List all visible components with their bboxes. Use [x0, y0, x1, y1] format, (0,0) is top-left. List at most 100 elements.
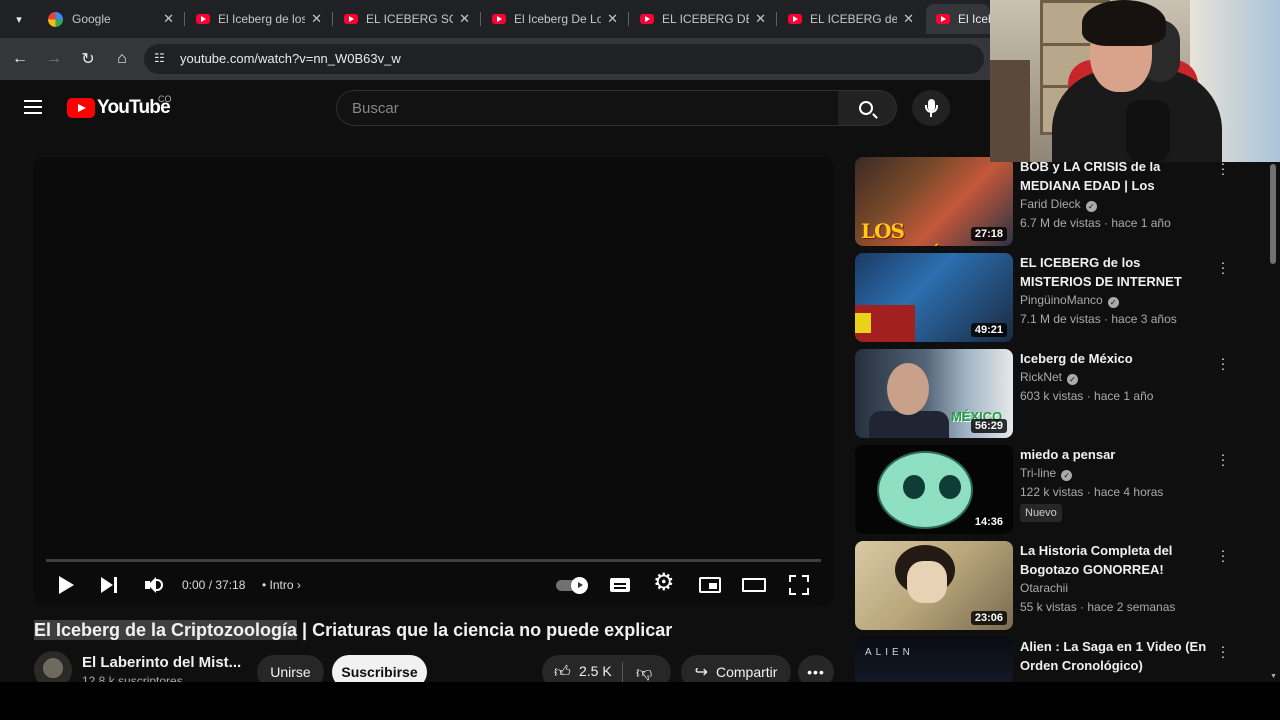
video-thumbnail[interactable]: MÉXICO 56:29 [855, 349, 1013, 438]
tab-divider [480, 12, 481, 26]
recommendation-title[interactable]: BOB y LA CRISIS de la MEDIANA EDAD | Los… [1020, 157, 1215, 195]
recommendation-title[interactable]: Alien : La Saga en 1 Video (En Orden Cro… [1020, 637, 1215, 675]
browser-tab[interactable]: El Iceberg de los ✕ [186, 4, 332, 34]
address-bar[interactable]: ☷ youtube.com/watch?v=nn_W0B63v_w [144, 44, 984, 74]
video-thumbnail[interactable]: 14:36 [855, 445, 1013, 534]
channel-name: Farid Dieck [1020, 197, 1081, 211]
more-vertical-icon[interactable]: · · · [1218, 255, 1228, 279]
recommendation-channel[interactable]: PingüinoManco ✓ [1020, 293, 1119, 308]
settings-button[interactable]: ⚙ [653, 569, 677, 597]
channel-name: RickNet [1020, 370, 1063, 384]
tab-title: EL ICEBERG DE C [662, 12, 749, 26]
browser-tab[interactable]: EL ICEBERG de l ✕ [778, 4, 924, 34]
recommendation-item[interactable]: MÉXICO 56:29 Iceberg de México RickNet ✓ … [855, 349, 1245, 441]
gear-icon: ⚙ [653, 569, 675, 596]
more-vertical-icon[interactable]: · · · [1218, 351, 1228, 375]
chevron-down-icon: ▾ [16, 13, 22, 26]
forward-button[interactable]: → [43, 48, 65, 70]
browser-tab[interactable]: EL ICEBERG SOB ✕ [334, 4, 480, 34]
duration-badge: 23:06 [970, 611, 1007, 625]
subtitles-icon [610, 578, 630, 592]
browser-tab[interactable]: El Iceberg De Lo ✕ [482, 4, 628, 34]
webcam-person [1082, 0, 1166, 46]
recommendation-channel[interactable]: RickNet ✓ [1020, 370, 1079, 385]
fullscreen-button[interactable] [787, 573, 811, 597]
tab-divider [184, 12, 185, 26]
scrollbar-thumb[interactable] [1270, 164, 1276, 264]
recommendation-item[interactable]: 14:36 miedo a pensar Tri-line ✓ 122 k vis… [855, 445, 1245, 537]
play-icon [59, 576, 74, 594]
close-icon[interactable]: ✕ [755, 11, 766, 27]
close-icon[interactable]: ✕ [163, 11, 174, 27]
close-icon[interactable]: ✕ [311, 11, 322, 27]
autoplay-toggle[interactable] [556, 577, 588, 594]
recommendation-item[interactable]: 23:06 La Historia Completa del Bogotazo … [855, 541, 1245, 633]
video-thumbnail[interactable]: 49:21 [855, 253, 1013, 342]
screen: ▾ Google ✕ El Iceberg de los ✕ EL ICEBER… [0, 0, 1280, 720]
dislike-button[interactable]: 👎︎ [636, 664, 652, 683]
miniplayer-icon [699, 577, 721, 593]
recommendation-item[interactable]: LOS INCREÍBLES 27:18 BOB y LA CRISIS de … [855, 156, 1245, 249]
scroll-down-icon[interactable]: ▼ [1270, 673, 1277, 680]
recommendation-meta: 122 k vistas · hace 4 horas [1020, 485, 1164, 499]
search-placeholder: Buscar [352, 100, 399, 117]
close-icon[interactable]: ✕ [903, 11, 914, 27]
video-player[interactable]: 0:00 / 37:18 • Intro › ⚙ [34, 157, 833, 606]
chapter-button[interactable]: • Intro › [262, 578, 301, 592]
more-vertical-icon[interactable]: · · · [1218, 156, 1228, 180]
subtitles-button[interactable] [608, 573, 632, 597]
recommendation-title[interactable]: EL ICEBERG de los MISTERIOS DE INTERNET [1020, 253, 1215, 291]
progress-bar[interactable] [46, 559, 821, 562]
miniplayer-button[interactable] [698, 573, 722, 597]
reload-icon: ↻ [81, 51, 95, 68]
like-button[interactable]: 👍︎ [554, 663, 571, 682]
webcam-background [990, 60, 1030, 162]
recommendation-item[interactable]: 49:21 EL ICEBERG de los MISTERIOS DE INT… [855, 253, 1245, 345]
recommendation-channel[interactable]: Tri-line ✓ [1020, 466, 1073, 481]
video-thumbnail[interactable]: 23:06 [855, 541, 1013, 630]
browser-tab-active[interactable]: El Iceb [926, 4, 990, 34]
browser-tab-google[interactable]: Google ✕ [38, 4, 184, 34]
search-input[interactable]: Buscar [336, 90, 839, 126]
video-thumbnail[interactable]: ALIEN [855, 637, 1013, 682]
youtube-icon [936, 14, 950, 24]
reload-button[interactable]: ↻ [77, 48, 99, 70]
letterbox-bar [0, 682, 1280, 720]
voice-search-button[interactable] [912, 90, 950, 126]
back-button[interactable]: ← [9, 48, 31, 70]
youtube-logo[interactable]: YouTube CO [67, 94, 172, 119]
more-vertical-icon[interactable]: · · · [1218, 543, 1228, 567]
recommendation-title[interactable]: miedo a pensar [1020, 445, 1215, 464]
youtube-icon [196, 14, 210, 24]
search-button[interactable] [838, 90, 897, 126]
tab-divider [332, 12, 333, 26]
site-settings-icon[interactable]: ☷ [154, 51, 170, 67]
tab-title: EL ICEBERG SOB [366, 12, 453, 26]
player-controls: 0:00 / 37:18 • Intro › ⚙ [34, 567, 833, 603]
browser-tab[interactable]: EL ICEBERG DE C ✕ [630, 4, 776, 34]
more-vertical-icon[interactable]: · · · [1218, 447, 1228, 471]
recommendation-channel[interactable]: Farid Dieck ✓ [1020, 197, 1097, 212]
close-icon[interactable]: ✕ [459, 11, 470, 27]
youtube-icon [788, 14, 802, 24]
recommendation-channel[interactable]: Otarachii [1020, 581, 1068, 595]
scrollbar[interactable]: ▼ [1267, 162, 1280, 682]
recommendation-item[interactable]: ALIEN Alien : La Saga en 1 Video (En Ord… [855, 637, 1245, 682]
recommendation-title[interactable]: Iceberg de México [1020, 349, 1215, 368]
video-thumbnail[interactable]: LOS INCREÍBLES 27:18 [855, 157, 1013, 246]
channel-name[interactable]: El Laberinto del Mist... [82, 654, 241, 671]
home-button[interactable]: ⌂ [111, 48, 133, 70]
url-text[interactable]: youtube.com/watch?v=nn_W0B63v_w [180, 51, 401, 66]
close-icon[interactable]: ✕ [607, 11, 618, 27]
recommendation-title[interactable]: La Historia Completa del Bogotazo GONORR… [1020, 541, 1215, 579]
play-button[interactable] [54, 573, 78, 597]
share-icon: ↪ [694, 664, 708, 681]
tab-search-button[interactable]: ▾ [8, 8, 30, 30]
menu-icon[interactable] [24, 100, 44, 116]
theater-mode-button[interactable] [742, 573, 766, 597]
next-button[interactable] [98, 573, 122, 597]
chapter-separator: • [262, 578, 267, 592]
youtube-icon [492, 14, 506, 24]
mute-button[interactable] [142, 573, 166, 597]
more-vertical-icon[interactable]: · · · [1218, 639, 1228, 663]
